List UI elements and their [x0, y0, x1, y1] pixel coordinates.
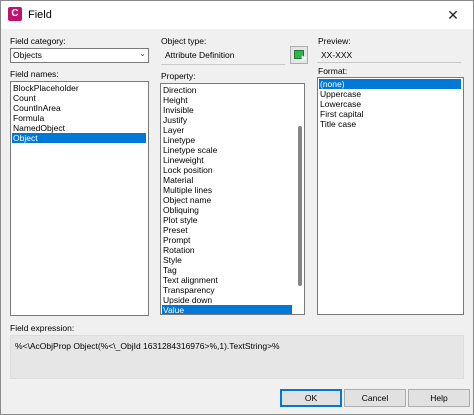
field-expression-value: %<\AcObjProp Object(%<\_ObjId 1631284316… — [15, 341, 280, 351]
object-type-value: Attribute Definition — [165, 50, 235, 60]
ok-button[interactable]: OK — [280, 389, 342, 407]
list-item[interactable]: Obliquing — [162, 205, 292, 215]
property-label: Property: — [161, 71, 196, 81]
list-item[interactable]: Title case — [319, 119, 461, 129]
list-item[interactable]: NamedObject — [12, 123, 146, 133]
window-title: Field — [28, 9, 52, 21]
list-item[interactable]: Prompt — [162, 235, 292, 245]
format-label: Format: — [318, 66, 348, 76]
list-item[interactable]: Linetype scale — [162, 145, 292, 155]
scroll-thumb[interactable] — [298, 126, 302, 286]
object-type-label: Object type: — [161, 36, 207, 46]
preview-label: Preview: — [318, 36, 351, 46]
preview-value: XX-XXX — [321, 50, 353, 60]
list-item[interactable]: Formula — [12, 113, 146, 123]
chevron-down-icon[interactable]: ⌄ — [139, 49, 146, 58]
help-button[interactable]: Help — [408, 389, 470, 407]
list-item[interactable]: Text alignment — [162, 275, 292, 285]
list-item[interactable]: Value — [162, 305, 292, 314]
list-item[interactable]: Lineweight — [162, 155, 292, 165]
list-item[interactable]: Style — [162, 255, 292, 265]
list-item[interactable]: Upside down — [162, 295, 292, 305]
title-bar: C Field ✕ — [1, 1, 473, 29]
field-dialog: C Field ✕ Field category: Objects ⌄ Fiel… — [0, 0, 474, 415]
list-item[interactable]: Direction — [162, 85, 292, 95]
cursor-icon — [299, 53, 307, 62]
list-item[interactable]: Object name — [162, 195, 292, 205]
list-item[interactable]: Invisible — [162, 105, 292, 115]
autocad-icon: C — [8, 7, 22, 21]
cancel-button[interactable]: Cancel — [344, 389, 406, 407]
list-item[interactable]: Preset — [162, 225, 292, 235]
format-list[interactable]: (none) Uppercase Lowercase First capital Tit… — [317, 77, 464, 315]
list-item[interactable]: Linetype — [162, 135, 292, 145]
list-item[interactable]: First capital — [319, 109, 461, 119]
list-item[interactable]: Tag — [162, 265, 292, 275]
list-item[interactable]: Material — [162, 175, 292, 185]
list-item[interactable]: Lock position — [162, 165, 292, 175]
property-list[interactable]: Direction Height Invisible Justify Layer Line… — [160, 83, 305, 315]
dialog-footer: OK Cancel Help — [1, 383, 473, 414]
field-expression-label: Field expression: — [10, 323, 75, 333]
list-item[interactable]: Justify — [162, 115, 292, 125]
list-item[interactable]: Object — [12, 133, 146, 143]
field-category-dropdown[interactable]: Objects ⌄ — [10, 48, 149, 63]
field-expression-box[interactable]: %<\AcObjProp Object(%<\_ObjId 1631284316… — [10, 335, 464, 379]
list-item[interactable]: Uppercase — [319, 89, 461, 99]
list-item[interactable]: Lowercase — [319, 99, 461, 109]
list-item[interactable]: Count — [12, 93, 146, 103]
property-scrollbar[interactable] — [296, 84, 304, 312]
select-object-button[interactable] — [290, 46, 308, 64]
list-item[interactable]: Transparency — [162, 285, 292, 295]
list-item[interactable]: Height — [162, 95, 292, 105]
field-category-value: Objects — [13, 50, 42, 60]
object-type-value-box: Attribute Definition — [161, 48, 285, 65]
list-item[interactable]: Multiple lines — [162, 185, 292, 195]
list-item[interactable]: BlockPlaceholder — [12, 83, 146, 93]
list-item[interactable]: (none) — [319, 79, 461, 89]
close-button[interactable]: ✕ — [433, 1, 473, 29]
list-item[interactable]: Layer — [162, 125, 292, 135]
list-item[interactable]: CountInArea — [12, 103, 146, 113]
list-item[interactable]: Plot style — [162, 215, 292, 225]
field-names-list[interactable]: BlockPlaceholder Count CountInArea Formula N… — [10, 81, 149, 316]
field-names-label: Field names: — [10, 69, 59, 79]
preview-value-box: XX-XXX — [317, 48, 461, 63]
list-item[interactable]: Rotation — [162, 245, 292, 255]
field-category-label: Field category: — [10, 36, 66, 46]
